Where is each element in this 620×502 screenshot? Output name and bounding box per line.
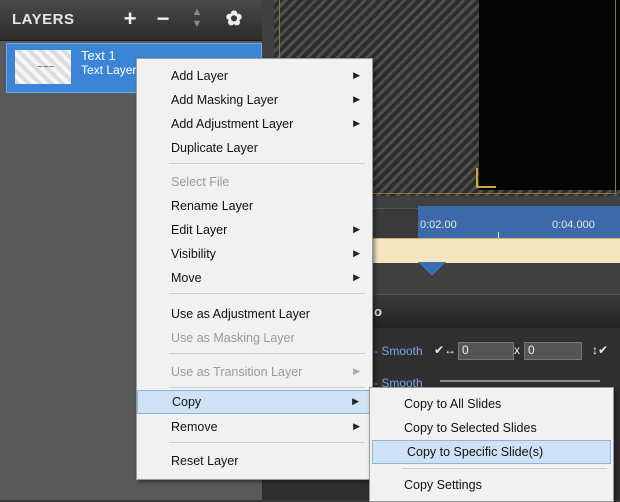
menu-item-label: Rename Layer [171,199,253,213]
menu-item-add-layer[interactable]: Add Layer ▶ [137,65,372,87]
layers-header: LAYERS + − ▲ ▼ ✿ [0,0,262,41]
menu-item-remove[interactable]: Remove ▶ [137,416,372,438]
menu-item-label: Add Adjustment Layer [171,117,294,131]
menu-item-label: Copy [172,395,202,409]
layer-type: Text Layer [81,63,137,77]
gear-icon[interactable]: ✿ [220,6,248,32]
timeline-time-a: 0:02.00 [420,219,457,231]
menu-item-rename-layer[interactable]: Rename Layer [137,195,372,217]
menu-item-add-adjustment-layer[interactable]: Add Adjustment Layer ▶ [137,113,372,135]
menu-separator [169,353,365,354]
menu-item-label: Use as Adjustment Layer [171,307,310,321]
menu-item-select-file: Select File [137,171,372,193]
menu-item-use-as-transition-layer: Use as Transition Layer ▶ [137,361,372,383]
submenu-item-copy-to-selected-slides[interactable]: Copy to Selected Slides [370,417,613,439]
submenu-arrow-icon: ▶ [353,272,360,282]
layers-title: LAYERS [12,11,75,28]
remove-layer-icon[interactable]: − [149,6,177,32]
layer-name: Text 1 [81,48,116,63]
menu-separator [169,387,365,388]
spinner-check-icon[interactable]: ↕✔ [592,343,608,357]
properties-header-text: o [374,304,382,319]
menu-item-label: Use as Masking Layer [171,331,295,345]
x-label: x [514,343,520,357]
menu-item-label: Add Masking Layer [171,93,279,107]
submenu-item-copy-to-all-slides[interactable]: Copy to All Slides [370,393,613,415]
playhead-icon[interactable] [418,262,446,276]
add-layer-icon[interactable]: + [116,6,144,32]
resize-handle-icon[interactable] [476,168,496,188]
menu-item-label: Duplicate Layer [171,141,258,155]
submenu-arrow-icon: ▶ [353,421,360,431]
menu-item-label: Reset Layer [171,454,239,468]
menu-separator [169,293,365,294]
submenu-item-label: Copy to Selected Slides [404,421,537,435]
submenu-item-label: Copy to Specific Slide(s) [407,445,544,459]
menu-item-copy[interactable]: Copy ▶ [137,390,372,414]
menu-item-edit-layer[interactable]: Edit Layer ▶ [137,219,372,241]
layer-context-menu: Add Layer ▶ Add Masking Layer ▶ Add Adju… [136,58,373,480]
menu-item-move[interactable]: Move ▶ [137,267,372,289]
copy-submenu: Copy to All Slides Copy to Selected Slid… [369,387,614,502]
submenu-item-label: Copy Settings [404,478,482,492]
submenu-item-copy-settings[interactable]: Copy Settings [370,474,613,496]
submenu-arrow-icon: ▶ [353,248,360,258]
timeline-time-b: 0:04.000 [552,219,595,231]
layer-thumbnail-mark: ~~~ [37,62,55,73]
menu-item-add-masking-layer[interactable]: Add Masking Layer ▶ [137,89,372,111]
checkmark-icon[interactable]: ✔↔ [434,343,456,357]
menu-item-label: Use as Transition Layer [171,365,303,379]
menu-item-use-as-masking-layer: Use as Masking Layer [137,327,372,349]
submenu-arrow-icon: ▶ [353,366,360,376]
reorder-layer-icon[interactable]: ▲ ▼ [183,6,211,32]
submenu-arrow-icon: ▶ [353,118,360,128]
menu-item-label: Edit Layer [171,223,228,237]
menu-item-label: Add Layer [171,69,228,83]
submenu-arrow-icon: ▶ [353,94,360,104]
menu-separator [169,442,365,443]
submenu-item-label: Copy to All Slides [404,397,502,411]
menu-item-reset-layer[interactable]: Reset Layer [137,450,372,472]
menu-item-use-as-adjustment-layer[interactable]: Use as Adjustment Layer [137,303,372,325]
property-slider[interactable] [440,380,600,382]
submenu-item-copy-to-specific-slides[interactable]: Copy to Specific Slide(s) [372,440,611,464]
menu-item-duplicate-layer[interactable]: Duplicate Layer [137,137,372,159]
menu-item-label: Move [171,271,202,285]
layer-thumbnail: ~~~ [15,50,71,84]
menu-item-label: Visibility [171,247,216,261]
menu-item-label: Select File [171,175,230,189]
property-label: - Smooth [374,344,423,358]
value-a: 0 [462,343,469,357]
value-b: 0 [528,343,535,357]
menu-item-visibility[interactable]: Visibility ▶ [137,243,372,265]
submenu-arrow-icon: ▶ [353,70,360,80]
menu-item-label: Remove [171,420,218,434]
submenu-arrow-icon: ▶ [352,396,359,406]
submenu-arrow-icon: ▶ [353,224,360,234]
menu-separator [402,468,607,469]
menu-separator [169,163,365,164]
